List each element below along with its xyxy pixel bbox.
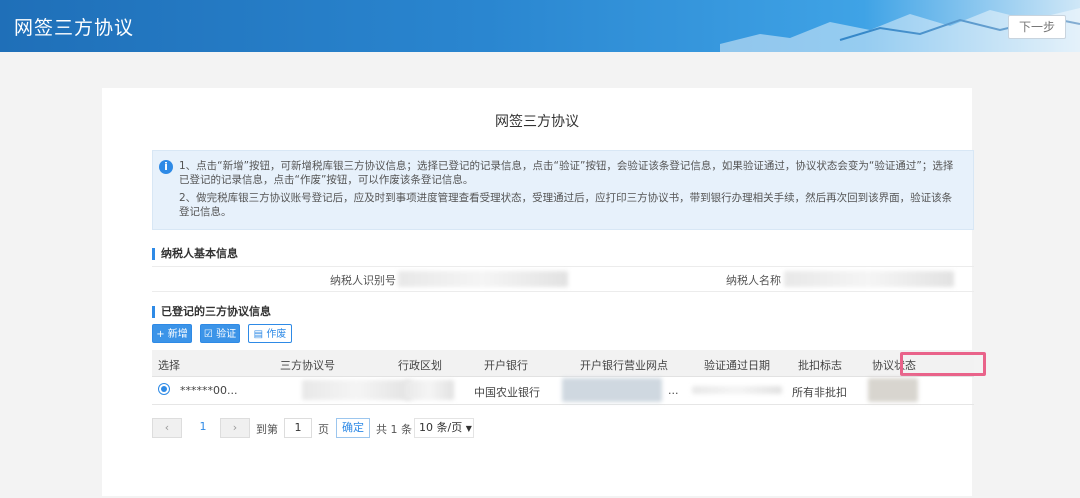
row-branch-suffix: ... xyxy=(668,384,679,397)
status-column-highlight xyxy=(900,352,986,376)
checkbox-icon: ☑ xyxy=(203,329,217,340)
row-verify-date-redacted xyxy=(692,386,782,394)
top-bar: 网签三方协议 下一步 xyxy=(0,0,1080,52)
row-branch-redacted xyxy=(562,378,662,402)
goto-label: 到第 xyxy=(256,423,278,436)
total-count: 共 1 条 xyxy=(376,423,412,436)
agreements-table-header: 选择 三方协议号 行政区划 开户银行 开户银行营业网点 验证通过日期 批扣标志 … xyxy=(152,350,986,377)
chevron-right-icon: › xyxy=(232,421,238,434)
taxpayer-section-title: 纳税人基本信息 xyxy=(152,248,238,260)
next-page-button[interactable]: › xyxy=(220,418,250,438)
main-card: 网签三方协议 i 1、点击“新增”按钮，可新增税库银三方协议信息；选择已登记的记… xyxy=(102,88,986,496)
app-title: 网签三方协议 xyxy=(14,17,135,39)
info-icon: i xyxy=(159,160,173,174)
col-batch-flag: 批扣标志 xyxy=(798,359,842,372)
col-agreement-no: 三方协议号 xyxy=(280,359,335,372)
page-title: 网签三方协议 xyxy=(495,114,579,130)
goto-page-input[interactable]: 1 xyxy=(284,418,312,438)
taxpayer-name-label: 纳税人名称 xyxy=(726,274,781,287)
verify-button[interactable]: ☑ 验证 xyxy=(200,324,240,343)
row-agreement-no-redacted xyxy=(302,380,412,400)
row-select-radio[interactable] xyxy=(158,383,170,395)
taxpayer-name-redacted xyxy=(784,271,954,287)
instructions-notice: i 1、点击“新增”按钮，可新增税库银三方协议信息；选择已登记的记录信息，点击“… xyxy=(152,150,974,230)
row-bank: 中国农业银行 xyxy=(474,386,540,399)
plus-icon: + xyxy=(156,329,168,340)
table-row[interactable]: ******00... 中国农业银行 ... 所有非批扣 xyxy=(152,376,974,405)
notice-line-2: 2、做完税库银三方协议账号登记后，应及时到事项进度管理查看受理状态，受理通过后，… xyxy=(179,192,953,218)
taxpayer-info-row: 纳税人识别号 纳税人名称 xyxy=(152,266,974,292)
current-page[interactable]: 1 xyxy=(188,418,218,438)
caret-down-icon: ▼ xyxy=(465,424,472,433)
add-button[interactable]: + 新增 xyxy=(152,324,192,343)
agreements-section-title: 已登记的三方协议信息 xyxy=(152,306,271,318)
col-branch: 开户银行营业网点 xyxy=(580,359,668,372)
col-verify-date: 验证通过日期 xyxy=(704,359,770,372)
prev-page-button[interactable]: ‹ xyxy=(152,418,182,438)
row-status-redacted xyxy=(868,378,918,402)
page-size-select[interactable]: 10 条/页 ▼ xyxy=(414,418,474,438)
col-select: 选择 xyxy=(158,359,180,372)
chevron-left-icon: ‹ xyxy=(164,421,170,434)
notice-line-1: 1、点击“新增”按钮，可新增税库银三方协议信息；选择已登记的记录信息，点击“验证… xyxy=(179,160,954,186)
void-button[interactable]: ▤ 作废 xyxy=(248,324,292,343)
row-account: ******00... xyxy=(180,384,238,397)
col-bank: 开户银行 xyxy=(484,359,528,372)
page-suffix: 页 xyxy=(318,423,329,436)
taxpayer-id-label: 纳税人识别号 xyxy=(330,274,396,287)
taxpayer-id-redacted xyxy=(398,271,568,287)
document-icon: ▤ xyxy=(253,329,267,340)
row-region-redacted xyxy=(404,380,454,400)
col-region: 行政区划 xyxy=(398,359,442,372)
row-batch-flag: 所有非批扣 xyxy=(792,386,847,399)
next-step-button[interactable]: 下一步 xyxy=(1008,15,1066,39)
confirm-goto-button[interactable]: 确定 xyxy=(336,418,370,438)
